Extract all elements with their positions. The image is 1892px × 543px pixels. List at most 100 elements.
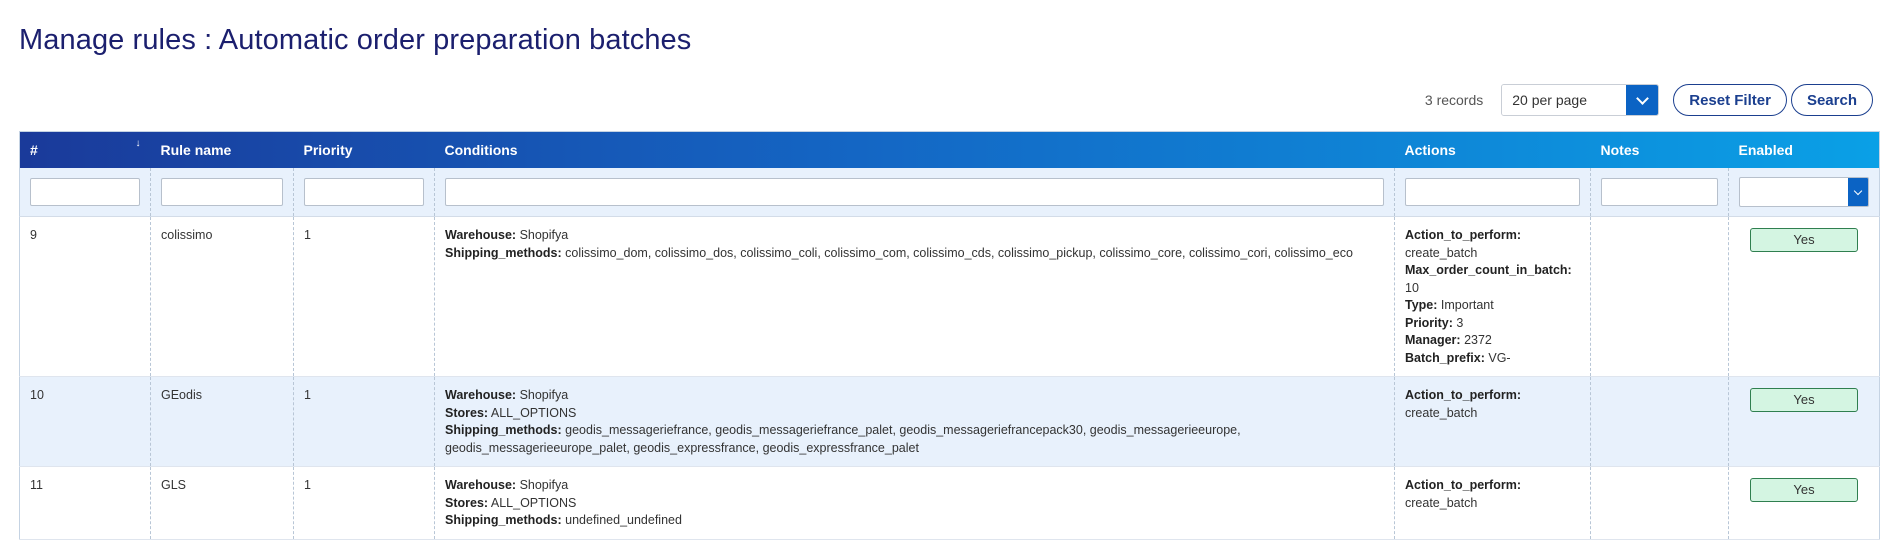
filter-actions-input[interactable]	[1405, 178, 1580, 206]
action-value: 10	[1405, 280, 1419, 295]
cell-rule-name: GEodis	[150, 376, 294, 467]
cell-actions: Action_to_perform: create_batch Max_order_…	[1394, 216, 1591, 377]
action-value: VG-	[1488, 350, 1511, 365]
condition-key: Stores:	[445, 495, 489, 510]
cell-conditions: Warehouse: Shopifya Shipping_methods: col…	[434, 216, 1395, 377]
column-header-conditions[interactable]: Conditions	[435, 132, 1395, 169]
condition-line: Shipping_methods: geodis_messageriefranc…	[445, 422, 1384, 440]
enabled-badge[interactable]: Yes	[1750, 478, 1858, 502]
filter-enabled-select[interactable]	[1739, 177, 1869, 207]
cell-notes	[1590, 216, 1729, 377]
condition-value-cont: geodis_messagerieeurope_palet, geodis_ex…	[445, 440, 919, 455]
records-count: 3 records	[1424, 92, 1484, 108]
action-line: Max_order_count_in_batch: 10	[1405, 262, 1580, 297]
condition-line: Warehouse: Shopifya	[445, 387, 1384, 405]
column-header-rule-name[interactable]: Rule name	[151, 132, 294, 169]
table-row[interactable]: 9 colissimo 1 Warehouse: Shopifya Shipping_m…	[19, 216, 1880, 377]
action-key: Action_to_perform:	[1405, 478, 1521, 492]
cell-actions: Action_to_perform: create_batch	[1394, 376, 1591, 467]
condition-value: Shopifya	[519, 228, 569, 242]
cell-priority: 1	[293, 376, 435, 467]
condition-key: Shipping_methods:	[445, 513, 562, 527]
condition-line: Stores: ALL_OPTIONS	[445, 405, 1384, 423]
action-line: Manager: 2372	[1405, 332, 1580, 350]
action-value: 3	[1456, 315, 1464, 330]
table-row[interactable]: 10 GEodis 1 Warehouse: Shopifya Stores: ALL_…	[19, 376, 1880, 467]
per-page-select[interactable]: 20 per page	[1501, 84, 1660, 116]
action-key: Manager:	[1405, 333, 1461, 347]
action-line: Action_to_perform:	[1405, 477, 1580, 495]
action-key: Action_to_perform:	[1405, 388, 1521, 402]
filter-rule-name-input[interactable]	[161, 178, 283, 206]
action-value: create_batch	[1405, 495, 1478, 510]
action-line: Action_to_perform:	[1405, 227, 1580, 245]
filter-row	[19, 168, 1880, 217]
condition-key: Shipping_methods:	[445, 245, 562, 260]
condition-value: Shopifya	[519, 388, 569, 402]
action-key: Max_order_count_in_batch:	[1405, 263, 1572, 277]
cell-enabled: Yes	[1728, 466, 1880, 540]
reset-filter-button[interactable]: Reset Filter	[1673, 84, 1787, 116]
table-row[interactable]: 11 GLS 1 Warehouse: Shopifya Stores: ALL_OPT…	[19, 466, 1880, 540]
cell-id: 9	[19, 216, 151, 377]
cell-rule-name: GLS	[150, 466, 294, 540]
condition-value: ALL_OPTIONS	[490, 405, 577, 420]
rules-table: # ↓ Rule name Priority Conditions Actions…	[19, 131, 1880, 540]
grid-toolbar: 3 records 20 per page Reset Filter Searc…	[1425, 83, 1873, 117]
column-header-enabled[interactable]: Enabled	[1729, 132, 1880, 169]
action-key: Priority:	[1405, 315, 1453, 330]
cell-enabled: Yes	[1728, 216, 1880, 377]
column-header-priority[interactable]: Priority	[294, 132, 435, 169]
page-title: Manage rules : Automatic order preparati…	[19, 24, 692, 56]
per-page-value: 20 per page	[1502, 85, 1627, 115]
condition-key: Stores:	[445, 405, 489, 420]
cell-notes	[1590, 466, 1729, 540]
condition-line: Shipping_methods: undefined_undefined	[445, 512, 1384, 530]
action-value: 2372	[1464, 333, 1492, 347]
chevron-down-icon[interactable]	[1848, 178, 1868, 206]
cell-enabled: Yes	[1728, 376, 1880, 467]
condition-value: undefined_undefined	[565, 513, 682, 527]
cell-actions: Action_to_perform: create_batch	[1394, 466, 1591, 540]
search-button[interactable]: Search	[1790, 84, 1873, 116]
enabled-badge[interactable]: Yes	[1750, 388, 1858, 412]
cell-priority: 1	[293, 466, 435, 540]
condition-line: Warehouse: Shopifya	[445, 227, 1384, 245]
filter-notes-input[interactable]	[1601, 178, 1718, 206]
cell-conditions: Warehouse: Shopifya Stores: ALL_OPTIONS Sh…	[434, 376, 1395, 467]
action-line: Type: Important	[1405, 297, 1580, 315]
filter-id-input[interactable]	[30, 178, 140, 206]
column-header-id[interactable]: # ↓	[20, 132, 151, 169]
cell-conditions: Warehouse: Shopifya Stores: ALL_OPTIONS Sh…	[434, 466, 1395, 540]
action-line: Action_to_perform:	[1405, 387, 1580, 405]
column-header-notes[interactable]: Notes	[1591, 132, 1729, 169]
condition-line: Warehouse: Shopifya	[445, 477, 1384, 495]
enabled-badge[interactable]: Yes	[1750, 228, 1858, 252]
action-key: Type:	[1405, 298, 1438, 312]
action-line: Priority: 3	[1405, 315, 1580, 333]
condition-value: colissimo_dom, colissimo_dos, colissimo_…	[565, 245, 1353, 260]
cell-id: 11	[19, 466, 151, 540]
cell-id: 10	[19, 376, 151, 467]
column-header-actions[interactable]: Actions	[1395, 132, 1591, 169]
condition-value: geodis_messageriefrance, geodis_messager…	[565, 423, 1241, 437]
condition-key: Warehouse:	[445, 478, 517, 492]
condition-line: Stores: ALL_OPTIONS	[445, 495, 1384, 513]
condition-key: Warehouse:	[445, 388, 517, 402]
cell-priority: 1	[293, 216, 435, 377]
filter-conditions-input[interactable]	[445, 178, 1384, 206]
sort-arrow-icon[interactable]: ↓	[136, 138, 141, 149]
condition-value: ALL_OPTIONS	[490, 495, 577, 510]
condition-key: Shipping_methods:	[445, 423, 562, 437]
condition-key: Warehouse:	[445, 228, 517, 242]
filter-priority-input[interactable]	[304, 178, 424, 206]
cell-rule-name: colissimo	[150, 216, 294, 377]
table-header: # ↓ Rule name Priority Conditions Actions…	[19, 131, 1880, 169]
chevron-down-icon[interactable]	[1626, 85, 1659, 115]
action-value: Important	[1440, 298, 1494, 312]
action-value: create_batch	[1405, 245, 1478, 260]
action-value: create_batch	[1405, 405, 1478, 420]
action-key: Batch_prefix:	[1405, 350, 1485, 365]
cell-notes	[1590, 376, 1729, 467]
action-line: Batch_prefix: VG-	[1405, 350, 1580, 368]
